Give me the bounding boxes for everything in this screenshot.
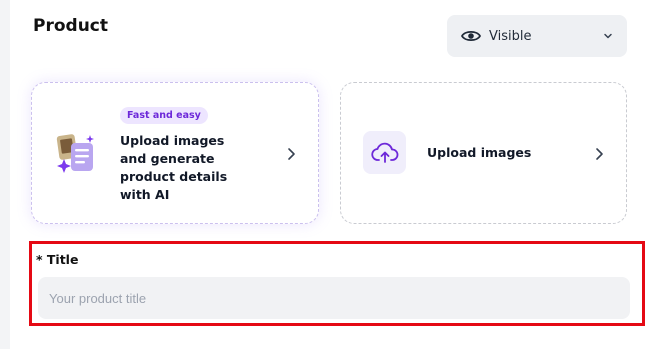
product-panel: Product Visible Fast and easy Upload ima… — [10, 0, 647, 349]
fast-and-easy-badge: Fast and easy — [120, 107, 208, 124]
ai-sparkle-document-icon — [54, 133, 98, 175]
chevron-right-icon — [286, 147, 296, 161]
visibility-value: Visible — [489, 28, 532, 44]
upload-images-label: Upload images — [427, 145, 532, 160]
cloud-upload-icon — [363, 131, 406, 174]
chevron-right-icon — [594, 147, 604, 161]
chevron-down-icon — [603, 31, 613, 41]
ai-card-title: Upload images and generate product detai… — [120, 133, 228, 202]
upload-images-card[interactable]: Upload images — [340, 82, 627, 224]
eye-icon — [461, 29, 481, 43]
visibility-dropdown[interactable]: Visible — [447, 15, 627, 57]
title-field-label: * Title — [36, 252, 79, 267]
ai-upload-card[interactable]: Fast and easy Upload images and generate… — [31, 82, 319, 224]
page-title: Product — [33, 16, 108, 36]
title-input[interactable] — [38, 277, 630, 319]
title-field-group: * Title — [29, 241, 645, 326]
